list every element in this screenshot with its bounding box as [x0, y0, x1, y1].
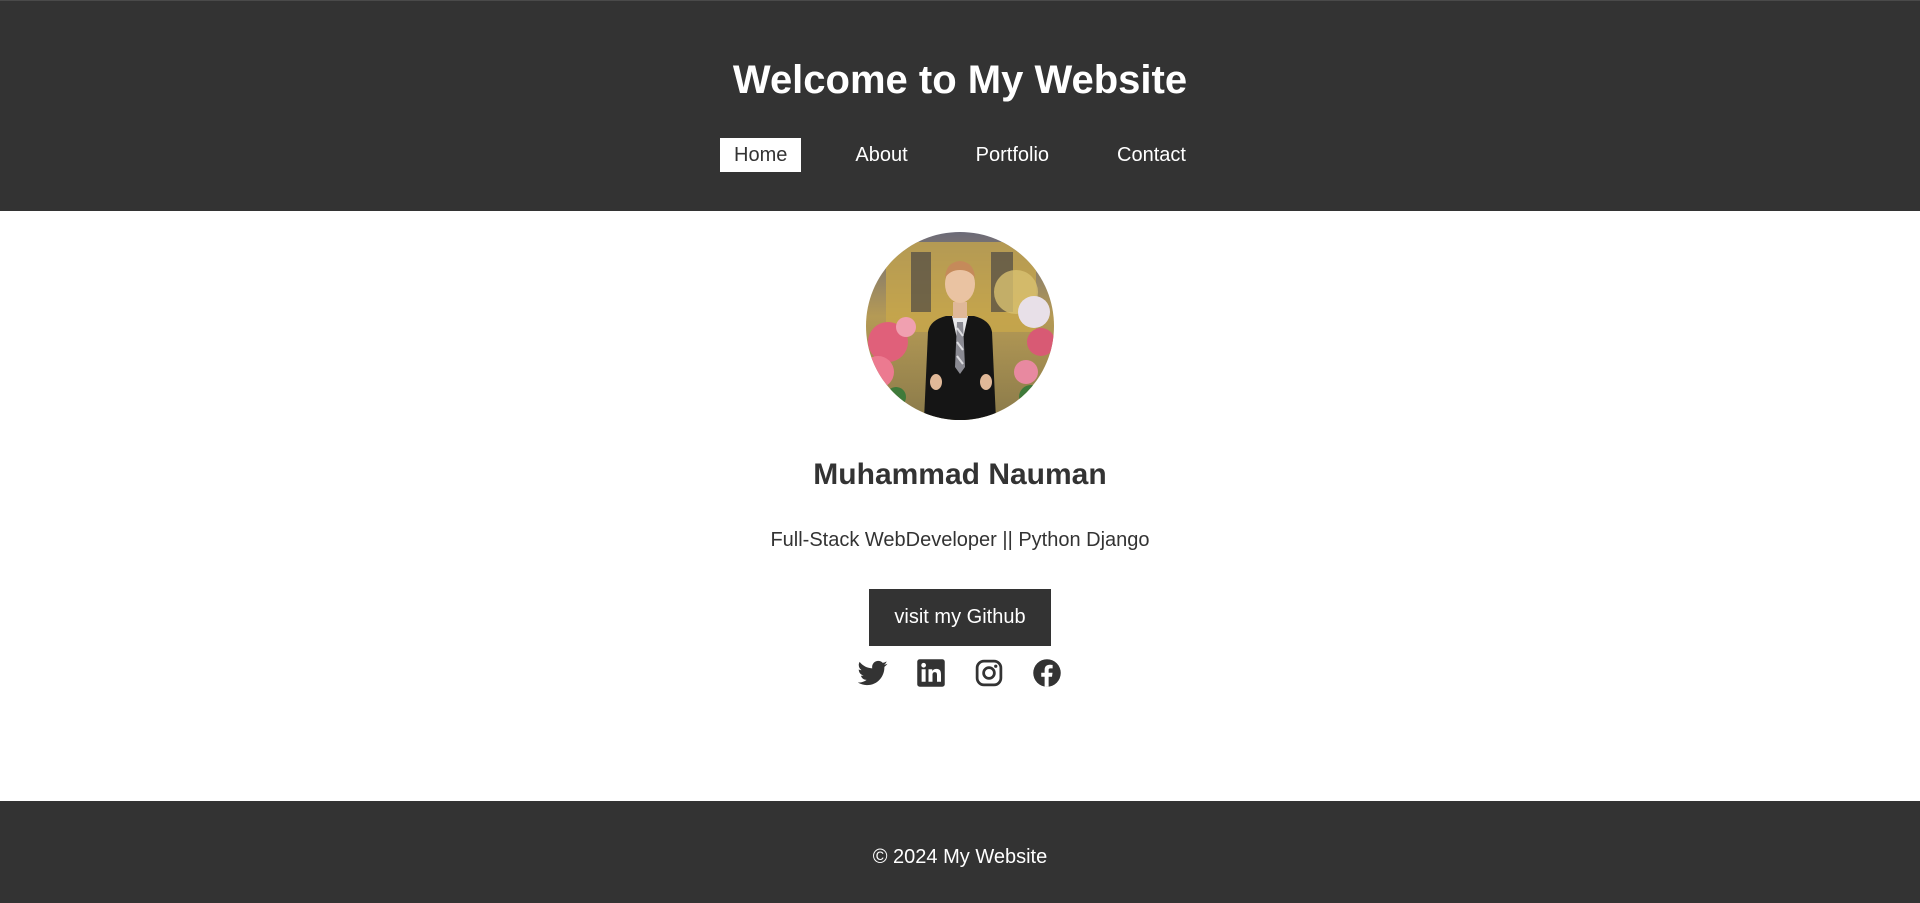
site-title: Welcome to My Website: [732, 58, 1188, 102]
nav-home[interactable]: Home: [720, 138, 802, 172]
main-nav: Home About Portfolio Contact: [0, 137, 1920, 173]
visit-github-button[interactable]: visit my Github: [869, 589, 1051, 646]
linkedin-icon: [917, 659, 945, 687]
copyright-text: © 2024 My Website: [872, 846, 1048, 868]
profile-role: Full-Stack WebDeveloper || Python Django: [770, 529, 1150, 551]
social-links: [0, 658, 1920, 690]
profile-photo: [866, 232, 1054, 420]
instagram-icon: [975, 659, 1003, 687]
linkedin-link[interactable]: [916, 658, 946, 688]
profile-name: Muhammad Nauman: [813, 458, 1107, 491]
nav-portfolio[interactable]: Portfolio: [962, 138, 1063, 172]
facebook-icon: [1033, 659, 1061, 687]
twitter-link[interactable]: [858, 658, 888, 688]
twitter-icon: [858, 660, 888, 686]
site-header: Welcome to My Website Home About Portfol…: [0, 0, 1920, 211]
site-footer: © 2024 My Website: [0, 801, 1920, 903]
page: Welcome to My Website Home About Portfol…: [0, 0, 1920, 903]
facebook-link[interactable]: [1032, 658, 1062, 688]
nav-contact[interactable]: Contact: [1103, 138, 1200, 172]
nav-about[interactable]: About: [841, 138, 921, 172]
profile-photo-image: [866, 232, 1054, 420]
instagram-link[interactable]: [974, 658, 1004, 688]
